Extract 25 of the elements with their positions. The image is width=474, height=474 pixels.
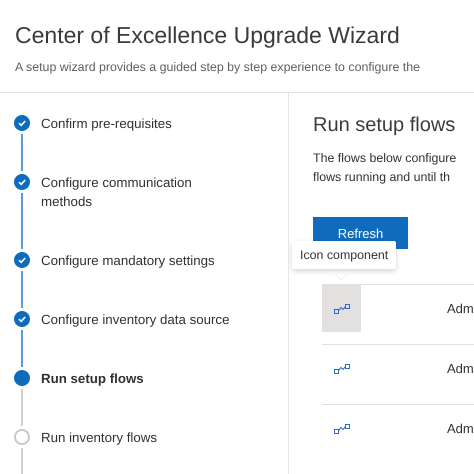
step-label[interactable]: Confirm pre-requisites [41, 114, 231, 173]
flow-name: Adm [447, 301, 474, 316]
flow-name: Adm [447, 421, 474, 436]
step-label[interactable]: Configure communication methods [41, 173, 231, 251]
wizard-subtitle: A setup wizard provides a guided step by step experience to configure the [15, 60, 420, 74]
step-label[interactable]: Run setup flows [41, 369, 231, 428]
flow-icon [334, 364, 350, 374]
check-circle-icon [14, 252, 30, 268]
check-circle-icon [14, 311, 30, 327]
step-label[interactable]: Configure mandatory settings [41, 251, 231, 310]
step-label[interactable]: Run inventory flows [41, 428, 231, 474]
tooltip: Icon component [292, 241, 396, 269]
step-circle-icon [14, 429, 30, 445]
step-label[interactable]: Configure inventory data source [41, 310, 231, 369]
tooltip-pointer [334, 273, 348, 280]
check-circle-icon [14, 115, 30, 131]
flow-name: Adm [447, 361, 474, 376]
section-description: The flows below configure flows running and until th [313, 150, 456, 186]
icon-cell[interactable] [322, 285, 361, 332]
flow-icon [334, 304, 350, 314]
wizard-title: Center of Excellence Upgrade Wizard [15, 22, 400, 49]
check-circle-icon [14, 174, 30, 190]
step-circle-icon [14, 370, 30, 386]
flow-icon [334, 424, 350, 434]
section-title: Run setup flows [313, 114, 456, 137]
